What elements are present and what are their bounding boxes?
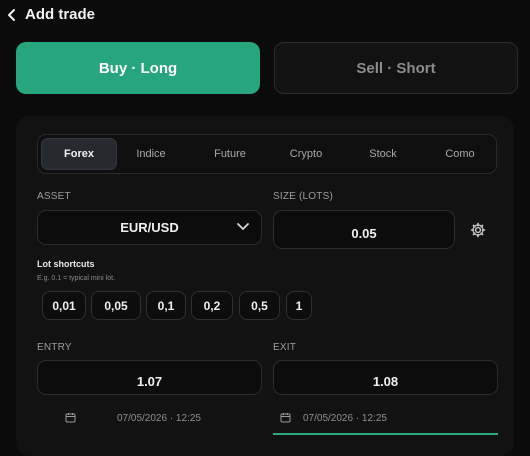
asset-class-tabs: Forex Indice Future Crypto Stock Como xyxy=(37,134,497,174)
calendar-icon xyxy=(65,413,76,423)
exit-price-input[interactable]: 1.08 xyxy=(273,360,498,395)
exit-date-field[interactable]: 07/05/2026 · 12:25 xyxy=(278,412,498,430)
calendar-icon xyxy=(280,413,291,423)
gear-icon[interactable] xyxy=(470,222,486,238)
header: Add trade xyxy=(0,0,530,32)
entry-price-input[interactable]: 1.07 xyxy=(37,360,262,395)
lot-shortcut-1[interactable]: 1 xyxy=(286,291,312,320)
lot-shortcut-005[interactable]: 0,05 xyxy=(91,291,141,320)
asset-value: EUR/USD xyxy=(120,220,179,235)
exit-date-value: 07/05/2026 · 12:25 xyxy=(303,413,387,424)
tab-stock[interactable]: Stock xyxy=(348,138,418,170)
lot-shortcut-02[interactable]: 0,2 xyxy=(191,291,233,320)
lot-shortcuts-note: E.g. 0.1 = typical mini lot. xyxy=(37,275,116,282)
entry-label: ENTRY xyxy=(37,342,72,353)
entry-date-field[interactable]: 07/05/2026 · 12:25 xyxy=(62,412,262,430)
size-label: SIZE (LOTS) xyxy=(273,191,333,202)
entry-date-value: 07/05/2026 · 12:25 xyxy=(117,413,201,424)
chevron-down-icon xyxy=(237,223,249,230)
size-input[interactable]: 0.05 xyxy=(273,210,455,249)
asset-select[interactable]: EUR/USD xyxy=(37,210,262,245)
page-title: Add trade xyxy=(25,6,96,23)
lot-shortcut-05[interactable]: 0,5 xyxy=(239,291,280,320)
tab-forex[interactable]: Forex xyxy=(41,138,117,170)
lot-shortcuts-title: Lot shortcuts xyxy=(37,259,95,269)
tab-crypto[interactable]: Crypto xyxy=(271,138,341,170)
buy-long-button[interactable]: Buy · Long xyxy=(16,42,260,94)
asset-label: ASSET xyxy=(37,191,71,202)
tab-indice[interactable]: Indice xyxy=(119,138,183,170)
exit-date-focus-underline xyxy=(273,433,498,435)
chevron-left-icon[interactable] xyxy=(6,7,18,23)
tab-como[interactable]: Como xyxy=(425,138,495,170)
sell-short-button[interactable]: Sell · Short xyxy=(274,42,518,94)
lot-shortcut-001[interactable]: 0,01 xyxy=(42,291,86,320)
exit-label: EXIT xyxy=(273,342,297,353)
lot-shortcut-01[interactable]: 0,1 xyxy=(146,291,186,320)
tab-future[interactable]: Future xyxy=(195,138,265,170)
